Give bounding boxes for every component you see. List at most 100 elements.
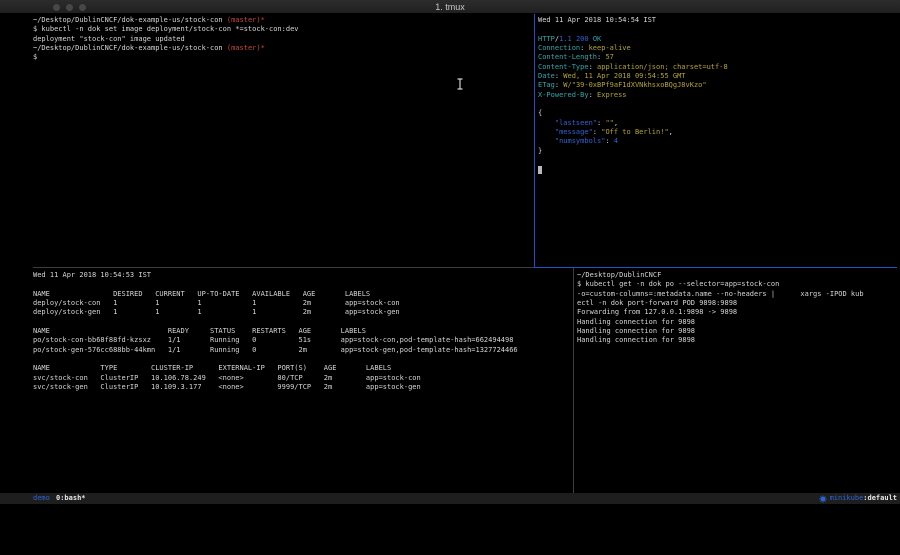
terminal-text-segment: application/json; charset=utf-8 [597, 63, 728, 71]
terminal-text-segment: , [614, 119, 618, 127]
pane-shell-top-left[interactable]: ~/Desktop/DublinCNCF/dok-example-us/stoc… [33, 16, 531, 63]
terminal-line: po/stock-con-bb68f88fd-kzsxz 1/1 Running… [33, 336, 570, 345]
terminal-text-segment: : [580, 44, 588, 52]
pane-divider-horizontal-right-active[interactable] [534, 267, 897, 268]
window-tab-active[interactable]: 0:bash* [56, 493, 86, 504]
terminal-text-segment: (master)* [227, 16, 265, 24]
pane-divider-vertical-bottom[interactable] [573, 268, 574, 493]
terminal-text-segment: NAME DESIRED CURRENT UP-TO-DATE AVAILABL… [33, 290, 370, 298]
terminal-text-segment: keep-alive [589, 44, 631, 52]
terminal-line: Connection: keep-alive [538, 44, 896, 53]
pane-kubectl-resources[interactable]: Wed 11 Apr 2018 10:54:53 IST NAME DESIRED… [33, 271, 570, 392]
terminal-line [538, 166, 896, 175]
terminal-text-segment: Handling connection for 9898 [577, 336, 695, 344]
terminal-line: po/stock-gen-576cc688bb-44kmn 1/1 Runnin… [33, 346, 570, 355]
terminal-text-segment: Express [597, 91, 627, 99]
terminal-text-segment: Connection [538, 44, 580, 52]
terminal-line: Handling connection for 9898 [577, 336, 897, 345]
pane-http-response[interactable]: Wed 11 Apr 2018 10:54:54 IST HTTP/1.1 200… [538, 16, 896, 175]
terminal-text-segment: Wed, 11 Apr 2018 09:54:55 GMT [563, 72, 685, 80]
terminal-text-segment: Wed 11 Apr 2018 10:54:53 IST [33, 271, 151, 279]
terminal-text-segment: "Off to Berlin!" [601, 128, 668, 136]
terminal-text-segment: 200 [576, 35, 589, 43]
terminal-line: $ [33, 53, 531, 62]
status-right: minikube :default [819, 493, 897, 504]
terminal-text-segment: } [538, 147, 542, 155]
terminal-line: Forwarding from 127.0.0.1:9898 -> 9898 [577, 308, 897, 317]
terminal-text-segment: 1.1 [559, 35, 572, 43]
terminal-text-segment: po/stock-gen-576cc688bb-44kmn 1/1 Runnin… [33, 346, 518, 354]
terminal-text-segment: (master)* [227, 44, 265, 52]
terminal-line: -o=custom-columns=:metadata.name --no-he… [577, 290, 897, 299]
terminal-line: "numsymbols": 4 [538, 137, 896, 146]
terminal-text-segment: "" [605, 119, 613, 127]
terminal-line: "lastseen": "", [538, 119, 896, 128]
terminal-line [538, 25, 896, 34]
terminal-line: $ kubectl get -n dok po --selector=app=s… [577, 280, 897, 289]
terminal-text-segment: OK [593, 35, 601, 43]
terminal-text-segment: "numsymbols" [555, 137, 606, 145]
terminal-text-segment: $ kubectl -n dok set image deployment/st… [33, 25, 299, 33]
terminal-text-segment: : [593, 128, 601, 136]
terminal-line: deployment "stock-con" image updated [33, 35, 531, 44]
terminal-line: ETag: W/"39-0xBPf9aF1dXVNkhsxoBQgJ8vKzo" [538, 81, 896, 90]
terminal-text-segment: Handling connection for 9898 [577, 327, 695, 335]
terminal-text-segment: po/stock-con-bb68f88fd-kzsxz 1/1 Running… [33, 336, 513, 344]
terminal-text-segment: deploy/stock-gen 1 1 1 1 2m app=stock-ge… [33, 308, 400, 316]
kubernetes-helm-icon [819, 495, 827, 503]
mouse-text-cursor [456, 75, 464, 94]
terminal-text-segment: HTTP [538, 35, 555, 43]
terminal-text-segment: Content-Length [538, 53, 597, 61]
terminal-text-segment: $ [33, 53, 37, 61]
terminal-line [538, 156, 896, 165]
terminal-text-segment: $ kubectl get -n dok po --selector=app=s… [577, 280, 779, 288]
kube-namespace: :default [863, 493, 897, 504]
terminal-text-segment: Wed 11 Apr 2018 10:54:54 IST [538, 16, 656, 24]
pane-port-forward[interactable]: ~/Desktop/DublinCNCF$ kubectl get -n dok… [577, 271, 897, 346]
tmux-status-bar: demo 0:bash* minikube :default [0, 493, 900, 504]
terminal-line: "message": "Off to Berlin!", [538, 128, 896, 137]
terminal-text-segment: : [605, 137, 613, 145]
terminal-line: svc/stock-con ClusterIP 10.106.78.249 <n… [33, 374, 570, 383]
window-title: 1. tmux [0, 2, 900, 12]
terminal-text-segment [538, 128, 555, 136]
terminal-text-segment: ~/Desktop/DublinCNCF [577, 271, 661, 279]
terminal-line: Handling connection for 9898 [577, 327, 897, 336]
terminal-line: Content-Length: 57 [538, 53, 896, 62]
pane-divider-vertical-top-active[interactable] [534, 14, 535, 267]
terminal-text-segment: svc/stock-con ClusterIP 10.106.78.249 <n… [33, 374, 421, 382]
terminal-line: ~/Desktop/DublinCNCF/dok-example-us/stoc… [33, 44, 531, 53]
terminal-line: Content-Type: application/json; charset=… [538, 63, 896, 72]
terminal-text-segment: ~/Desktop/DublinCNCF/dok-example-us/stoc… [33, 16, 227, 24]
terminal-text-segment [538, 119, 555, 127]
session-name: demo [33, 493, 50, 504]
terminal-line: ~/Desktop/DublinCNCF/dok-example-us/stoc… [33, 16, 531, 25]
terminal-line: $ kubectl -n dok set image deployment/st… [33, 25, 531, 34]
terminal-line: X-Powered-By: Express [538, 91, 896, 100]
terminal-text-segment: W/"39-0xBPf9aF1dXVNkhsxoBQgJ8vKzo" [563, 81, 706, 89]
terminal-window: 1. tmux ~/Desktop/DublinCNCF/dok-example… [0, 0, 900, 555]
terminal-text-segment: Date [538, 72, 555, 80]
terminal-line: deploy/stock-con 1 1 1 1 2m app=stock-co… [33, 299, 570, 308]
terminal-line: NAME TYPE CLUSTER-IP EXTERNAL-IP PORT(S)… [33, 364, 570, 373]
terminal-text-segment [538, 166, 542, 174]
terminal-text-segment: : [589, 63, 597, 71]
terminal-line: } [538, 147, 896, 156]
terminal-text-segment: "message" [555, 128, 593, 136]
terminal-text-segment: deploy/stock-con 1 1 1 1 2m app=stock-co… [33, 299, 400, 307]
terminal-text-segment: Content-Type [538, 63, 589, 71]
terminal-line [33, 355, 570, 364]
terminal-text-segment: -o=custom-columns=:metadata.name --no-he… [577, 290, 864, 298]
terminal-text-segment: Handling connection for 9898 [577, 318, 695, 326]
terminal-text-segment: 57 [605, 53, 613, 61]
terminal-text-segment: svc/stock-gen ClusterIP 10.109.3.177 <no… [33, 383, 421, 391]
terminal-text-segment: , [669, 128, 673, 136]
terminal-text-segment: { [538, 109, 542, 117]
terminal-line: Wed 11 Apr 2018 10:54:54 IST [538, 16, 896, 25]
terminal-line: HTTP/1.1 200 OK [538, 35, 896, 44]
terminal-line: NAME DESIRED CURRENT UP-TO-DATE AVAILABL… [33, 290, 570, 299]
pane-divider-horizontal-left[interactable] [33, 267, 534, 268]
terminal-line: svc/stock-gen ClusterIP 10.109.3.177 <no… [33, 383, 570, 392]
terminal-text-segment: : [589, 91, 597, 99]
terminal-text-segment: X-Powered-By [538, 91, 589, 99]
